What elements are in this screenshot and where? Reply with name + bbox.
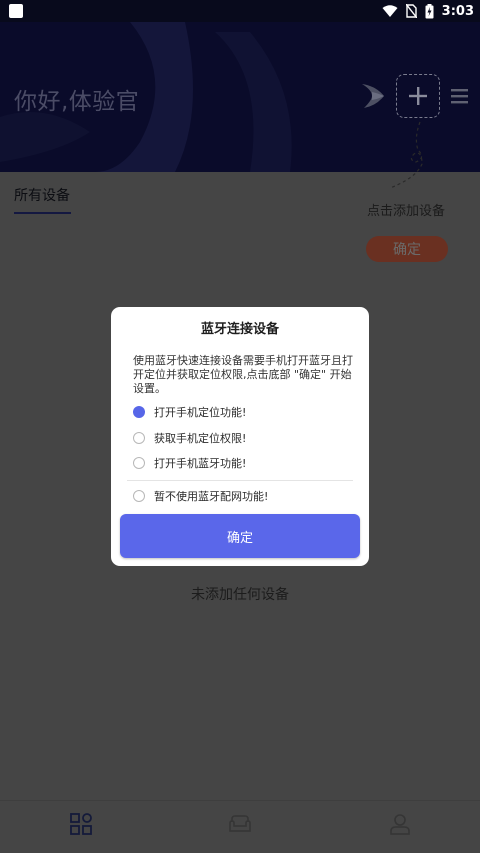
- option-label: 获取手机定位权限!: [154, 432, 247, 445]
- battery-charging-icon: [425, 3, 434, 18]
- no-sim-icon: [405, 4, 417, 18]
- devices-grid-icon[interactable]: [69, 812, 93, 836]
- profile-person-icon[interactable]: [388, 812, 412, 836]
- option-location-permission[interactable]: 获取手机定位权限!: [133, 430, 246, 446]
- app-screen: 3:03 你好,体验官 所有设备 点击添加设备 确定 未添加任何设备 蓝牙连接设…: [0, 0, 480, 853]
- option-label: 打开手机蓝牙功能!: [154, 457, 247, 470]
- status-time: 3:03: [441, 3, 474, 19]
- hint-add-device-text: 点击添加设备: [367, 204, 446, 219]
- option-enable-location[interactable]: 打开手机定位功能!: [133, 404, 246, 420]
- plus-icon: [409, 87, 427, 105]
- option-label: 暂不使用蓝牙配网功能!: [154, 490, 269, 503]
- radio-unchecked-icon[interactable]: [133, 490, 145, 502]
- fish-logo-icon: [362, 84, 384, 108]
- wifi-icon: [382, 5, 398, 17]
- tab-all-devices[interactable]: 所有设备: [14, 185, 70, 205]
- status-bar: 3:03: [0, 0, 480, 22]
- option-skip-bluetooth[interactable]: 暂不使用蓝牙配网功能!: [133, 488, 268, 504]
- dialog-description: 使用蓝牙快速连接设备需要手机打开蓝牙且打开定位并获取定位权限,点击底部 "确定"…: [133, 354, 353, 395]
- tab-underline: [14, 212, 71, 214]
- radio-unchecked-icon[interactable]: [133, 457, 145, 469]
- hint-pointer-line: [389, 121, 423, 189]
- add-device-button[interactable]: [396, 74, 440, 118]
- option-label: 打开手机定位功能!: [154, 406, 247, 419]
- scene-sofa-icon[interactable]: [228, 812, 252, 836]
- dialog-divider: [127, 480, 353, 481]
- radio-checked-icon[interactable]: [133, 406, 145, 418]
- greeting-text: 你好,体验官: [14, 89, 140, 115]
- notification-icon: [9, 4, 23, 18]
- status-icons: 3:03: [382, 3, 474, 19]
- empty-state-text: 未添加任何设备: [191, 587, 289, 603]
- dialog-title: 蓝牙连接设备: [200, 322, 279, 337]
- option-enable-bluetooth[interactable]: 打开手机蓝牙功能!: [133, 455, 246, 471]
- hint-confirm-button[interactable]: 确定: [366, 236, 448, 262]
- radio-unchecked-icon[interactable]: [133, 432, 145, 444]
- dialog-confirm-button[interactable]: 确定: [120, 514, 360, 558]
- menu-icon[interactable]: [451, 88, 468, 104]
- bottom-nav: [0, 800, 480, 853]
- bluetooth-dialog: 蓝牙连接设备 使用蓝牙快速连接设备需要手机打开蓝牙且打开定位并获取定位权限,点击…: [111, 307, 369, 566]
